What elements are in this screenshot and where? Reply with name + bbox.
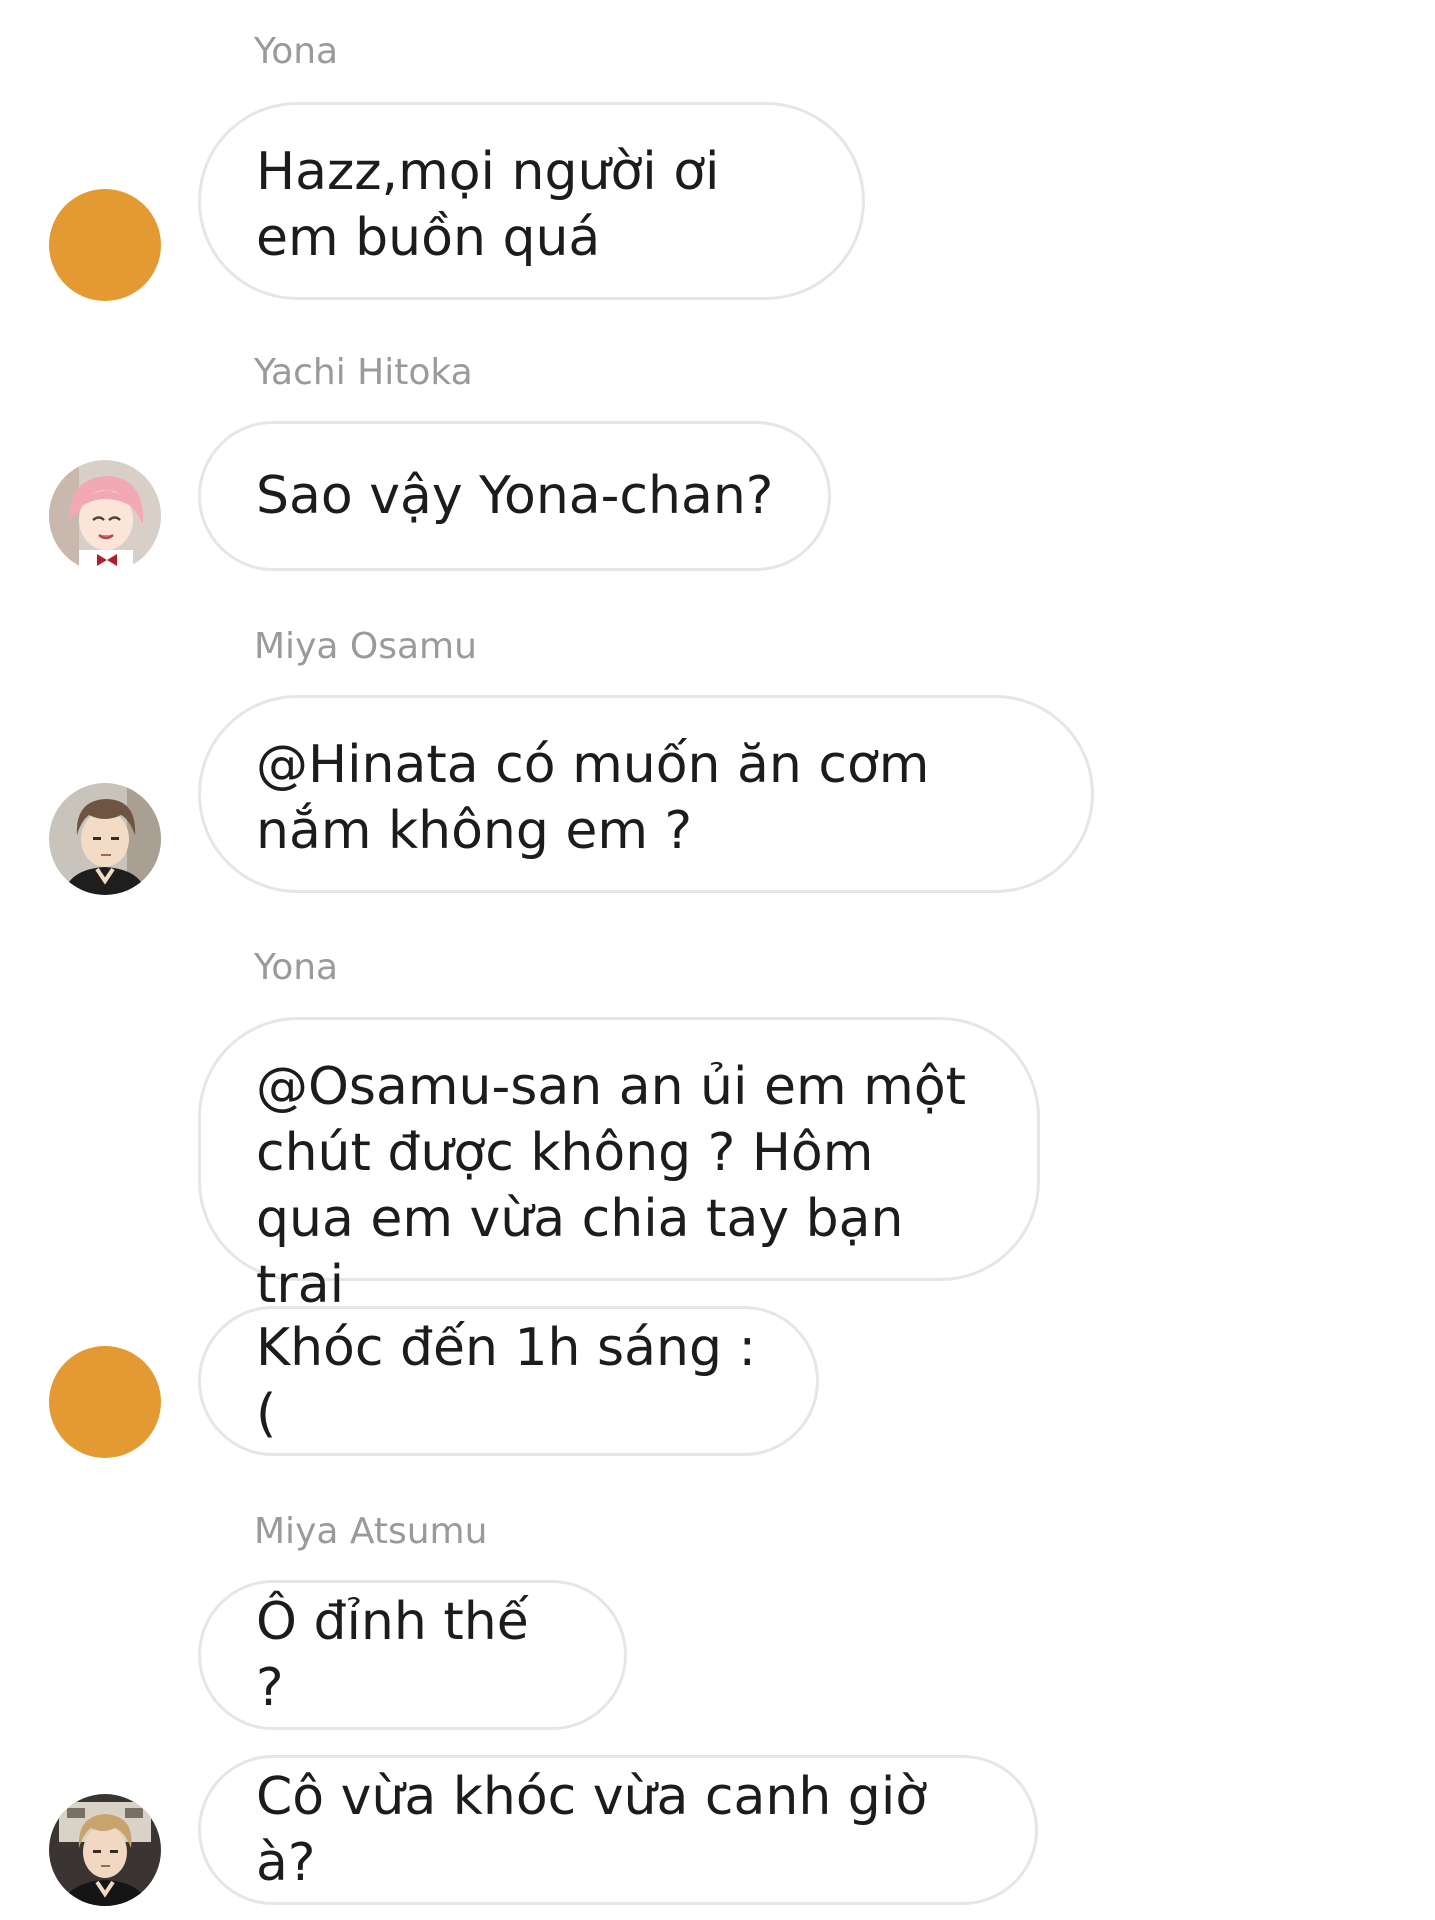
sender-name: Yona (254, 947, 339, 988)
sender-name: Miya Osamu (254, 626, 477, 667)
sender-name: Yachi Hitoka (254, 352, 473, 393)
sender-name: Miya Atsumu (254, 1511, 488, 1552)
sender-name: Yona (254, 31, 339, 72)
message-bubble[interactable]: Hazz,mọi người ơi em buồn quá (198, 102, 865, 300)
user-avatar[interactable] (49, 1346, 161, 1458)
pink-hair-character-avatar[interactable] (49, 460, 161, 572)
message-bubble[interactable]: @Hinata có muốn ăn cơm nắm không em ? (198, 695, 1094, 893)
message-bubble[interactable]: @Osamu-san an ủi em một chút được không … (198, 1017, 1040, 1315)
message-bubble[interactable]: Cô vừa khóc vừa canh giờ à? (198, 1755, 1038, 1905)
message-bubble[interactable]: Sao vậy Yona-chan? (198, 421, 831, 571)
user-avatar[interactable] (49, 189, 161, 301)
brown-hair-character-avatar[interactable] (49, 783, 161, 895)
blond-hair-character-avatar[interactable] (49, 1794, 161, 1906)
message-bubble[interactable]: Ô đỉnh thế ? (198, 1580, 627, 1730)
message-bubble[interactable]: Khóc đến 1h sáng :( (198, 1306, 819, 1456)
